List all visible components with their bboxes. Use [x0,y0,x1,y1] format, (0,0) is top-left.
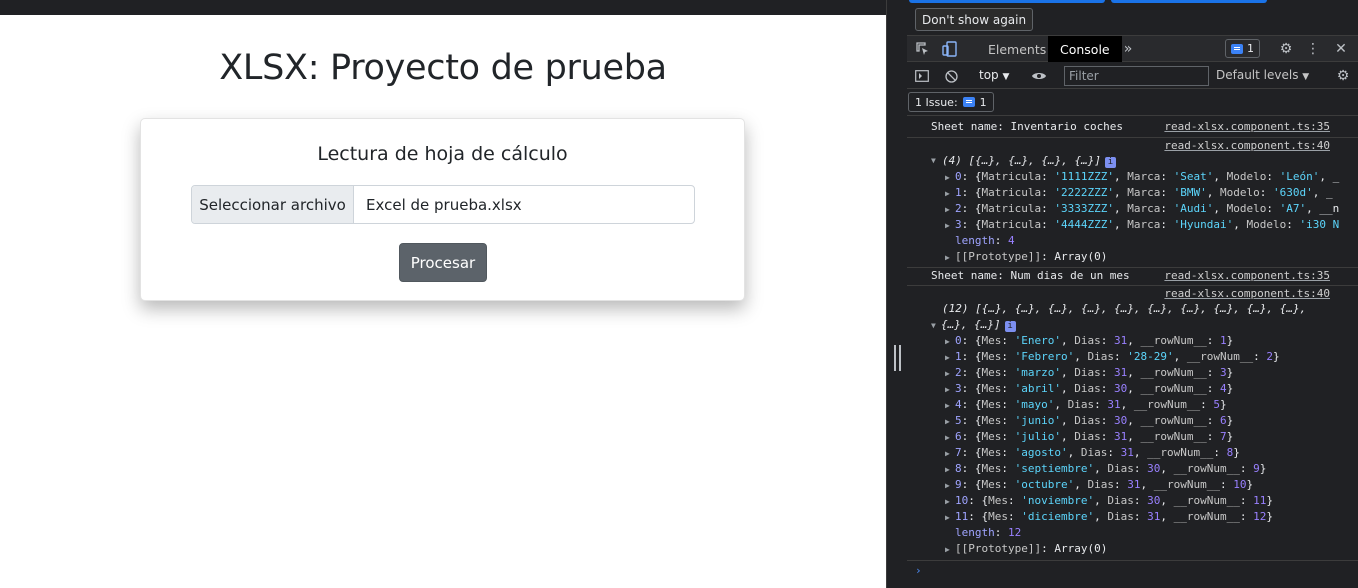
log-entry: read-xlsx.component.ts:40 [907,285,1358,301]
list-item[interactable]: ▶ 5: {Mes: 'junio', Dias: 30, __rowNum__:… [907,413,1358,429]
array-length: length: 12 [955,526,1022,539]
info-icon: i [1104,157,1116,168]
array-summary[interactable]: (12) [{…}, {…}, {…}, {…}, {…}, {…}, {…},… [907,301,1358,317]
kebab-menu-icon[interactable]: ⋮ [1305,36,1321,62]
list-item[interactable]: ▶ 7: {Mes: 'agosto', Dias: 31, __rowNum__… [907,445,1358,461]
card-title: Lectura de hoja de cálculo [317,143,568,165]
table-row[interactable]: ▶ 3: {Matricula: '4444ZZZ', Marca: 'Hyund… [907,217,1358,233]
file-input-group[interactable]: Seleccionar archivo Excel de prueba.xlsx [191,185,695,224]
web-page: XLSX: Proyecto de prueba Lectura de hoja… [0,15,886,588]
list-item[interactable]: ▶ 10: {Mes: 'noviembre', Dias: 30, __rowN… [907,493,1358,509]
issues-pill[interactable]: 1 Issue: 1 [908,92,994,112]
list-item[interactable]: ▶ 2: {Mes: 'marzo', Dias: 31, __rowNum__:… [907,365,1358,381]
list-item[interactable]: ▶ 3: {Mes: 'abril', Dias: 30, __rowNum__:… [907,381,1358,397]
eye-icon[interactable] [1029,63,1049,89]
source-link[interactable]: read-xlsx.component.ts:35 [1164,268,1330,284]
page-title: XLSX: Proyecto de prueba [219,48,667,88]
issues-badge[interactable]: 1 [1225,39,1260,58]
prototype-row[interactable]: ▶ [[Prototype]]: Array(0) [907,249,1358,265]
inspect-element-icon[interactable] [913,36,933,62]
devtools-panel: Don't show again Elements Console » 1 ⚙ … [907,0,1358,588]
devtools-splitter[interactable] [886,0,907,588]
context-select[interactable]: top ▼ [979,68,1009,82]
filter-input[interactable] [1064,66,1209,86]
log-levels-select[interactable]: Default levels ▼ [1216,68,1309,82]
banner-button-edge[interactable] [1111,0,1267,3]
issues-count: 1 [1247,42,1254,55]
info-icon: i [1004,321,1016,332]
message-icon [1231,43,1243,54]
log-entry: Sheet name: Num dias de un mes read-xlsx… [907,267,1358,283]
log-entry: read-xlsx.component.ts:40 [907,137,1358,153]
table-row[interactable]: ▶ 2: {Matricula: '3333ZZZ', Marca: 'Audi'… [907,201,1358,217]
prototype-row[interactable]: ▶ [[Prototype]]: Array(0) [907,541,1358,557]
list-item[interactable]: ▶ 4: {Mes: 'mayo', Dias: 31, __rowNum__: … [907,397,1358,413]
process-button[interactable]: Procesar [399,243,487,282]
list-item[interactable]: ▶ 8: {Mes: 'septiembre', Dias: 30, __rowN… [907,461,1358,477]
source-link[interactable]: read-xlsx.component.ts:40 [1164,138,1330,154]
banner-button-edge[interactable] [909,0,1105,3]
tab-elements[interactable]: Elements [976,36,1058,62]
upload-card: Lectura de hoja de cálculo Seleccionar a… [140,118,745,301]
list-item[interactable]: ▶ 1: {Mes: 'Febrero', Dias: '28-29', __ro… [907,349,1358,365]
console-prompt[interactable]: › [907,560,1358,580]
array-summary[interactable]: ▼ (4) [{…}, {…}, {…}, {…}] i [907,153,1358,169]
array-summary-cont[interactable]: ▼ {…}, {…}] i [907,317,1358,333]
list-item[interactable]: ▶ 9: {Mes: 'octubre', Dias: 31, __rowNum_… [907,477,1358,493]
dont-show-again-button[interactable]: Don't show again [915,8,1034,31]
issues-bar: 1 Issue: 1 [907,89,1358,116]
more-tabs-icon[interactable]: » [1119,36,1137,62]
log-entry: Sheet name: Inventario coches read-xlsx.… [931,119,1330,135]
list-item[interactable]: ▶ 6: {Mes: 'julio', Dias: 31, __rowNum__:… [907,429,1358,445]
table-row[interactable]: ▶ 0: {Matricula: '1111ZZZ', Marca: 'Seat'… [907,169,1358,185]
clear-console-icon[interactable] [942,63,960,89]
months-list: ▶ 0: {Mes: 'Enero', Dias: 31, __rowNum__:… [907,333,1358,525]
gear-icon[interactable]: ⚙ [1276,36,1296,62]
browser-top-bar [0,0,886,15]
close-icon[interactable]: ✕ [1331,36,1351,62]
list-item[interactable]: ▶ 0: {Mes: 'Enero', Dias: 31, __rowNum__:… [907,333,1358,349]
selected-file-name: Excel de prueba.xlsx [366,195,522,214]
devtools-banner: Don't show again [907,0,1358,36]
console-toolbar: top ▼ Default levels ▼ ⚙ [907,63,1358,89]
source-link[interactable]: read-xlsx.component.ts:40 [1164,286,1330,302]
prompt-chevron-icon: › [915,564,922,577]
console-settings-gear-icon[interactable]: ⚙ [1333,63,1353,89]
array-length: length: 4 [955,234,1015,247]
drag-handle-icon[interactable] [894,345,901,371]
devtools-tabbar: Elements Console » 1 ⚙ ⋮ ✕ [907,36,1358,62]
cars-list: ▶ 0: {Matricula: '1111ZZZ', Marca: 'Seat'… [907,169,1358,233]
list-item[interactable]: ▶ 11: {Mes: 'diciembre', Dias: 31, __rowN… [907,509,1358,525]
tab-console[interactable]: Console [1048,36,1122,62]
device-toolbar-icon[interactable] [939,36,961,62]
console-output: Sheet name: Inventario coches read-xlsx.… [907,117,1358,588]
source-link[interactable]: read-xlsx.component.ts:35 [1164,119,1330,135]
message-icon [962,97,975,107]
select-file-button[interactable]: Seleccionar archivo [192,186,354,223]
table-row[interactable]: ▶ 1: {Matricula: '2222ZZZ', Marca: 'BMW',… [907,185,1358,201]
sidebar-toggle-icon[interactable] [913,63,931,89]
